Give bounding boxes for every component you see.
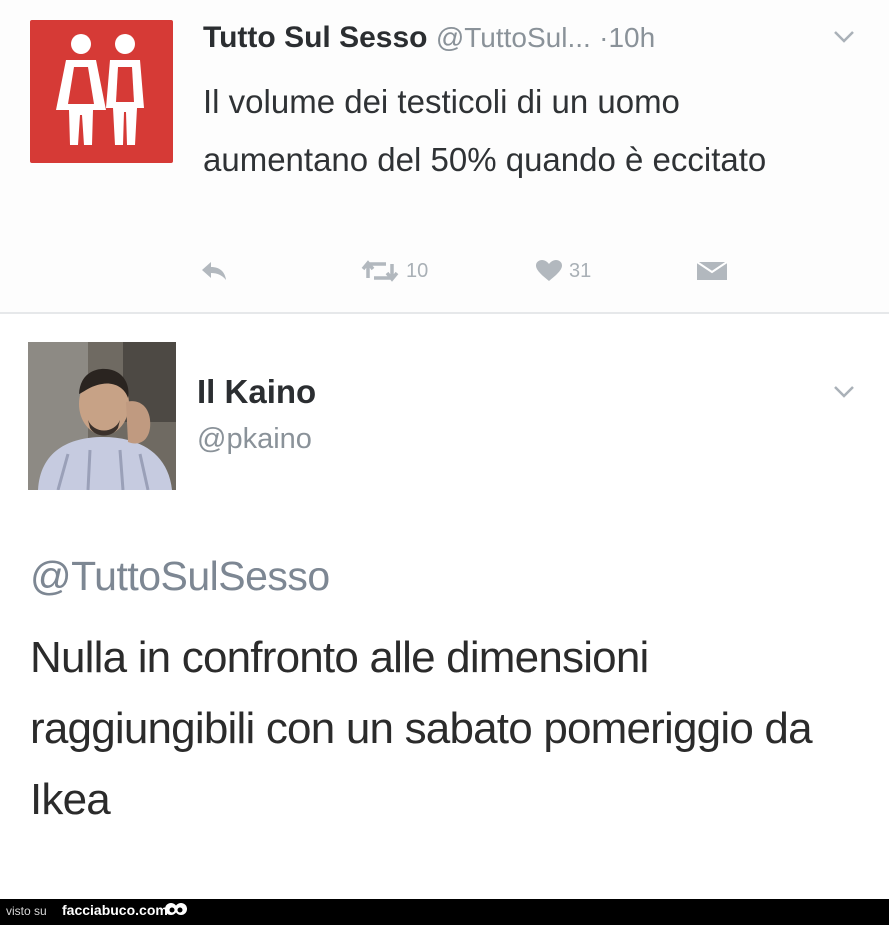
chevron-down-icon[interactable] [833, 385, 855, 399]
watermark-site[interactable]: facciabuco.com [62, 902, 168, 918]
tweet-card: Tutto Sul Sesso @TuttoSul... ·10h Il vol… [0, 0, 889, 312]
eyes-icon [165, 903, 187, 915]
direct-message-button[interactable] [695, 253, 729, 289]
tweet-actions: 10 31 [195, 253, 755, 289]
author-handle[interactable]: @pkaino [197, 423, 312, 456]
mention-link[interactable]: @TuttoSulSesso [30, 553, 330, 600]
avatar[interactable] [28, 342, 176, 490]
watermark-bar: visto su facciabuco.com [0, 899, 889, 925]
chevron-down-icon[interactable] [833, 30, 855, 44]
reply-icon [202, 262, 226, 280]
watermark-prefix: visto su [6, 904, 47, 918]
reply-button[interactable] [199, 253, 229, 289]
author-name[interactable]: Il Kaino [197, 373, 316, 411]
couple-logo-icon[interactable] [30, 20, 173, 163]
tweet-text: Il volume dei testicoli di un uomo aumen… [203, 83, 767, 178]
author-name[interactable]: Tutto Sul Sesso [203, 21, 427, 54]
like-button[interactable]: 31 [535, 253, 591, 289]
tweet-time[interactable]: ·10h [599, 22, 655, 53]
retweet-button[interactable]: 10 [360, 253, 428, 289]
like-count: 31 [569, 259, 592, 282]
tweet-text: Nulla in confronto alle dimensioni raggi… [30, 633, 813, 824]
tweet-header: Tutto Sul Sesso @TuttoSul... ·10h [203, 18, 655, 58]
tweet-divider [0, 312, 889, 314]
heart-icon [536, 260, 562, 281]
dm-icon [696, 261, 728, 280]
retweet-icon [361, 260, 399, 282]
retweet-count: 10 [406, 259, 429, 282]
author-handle[interactable]: @TuttoSul... [436, 22, 591, 53]
